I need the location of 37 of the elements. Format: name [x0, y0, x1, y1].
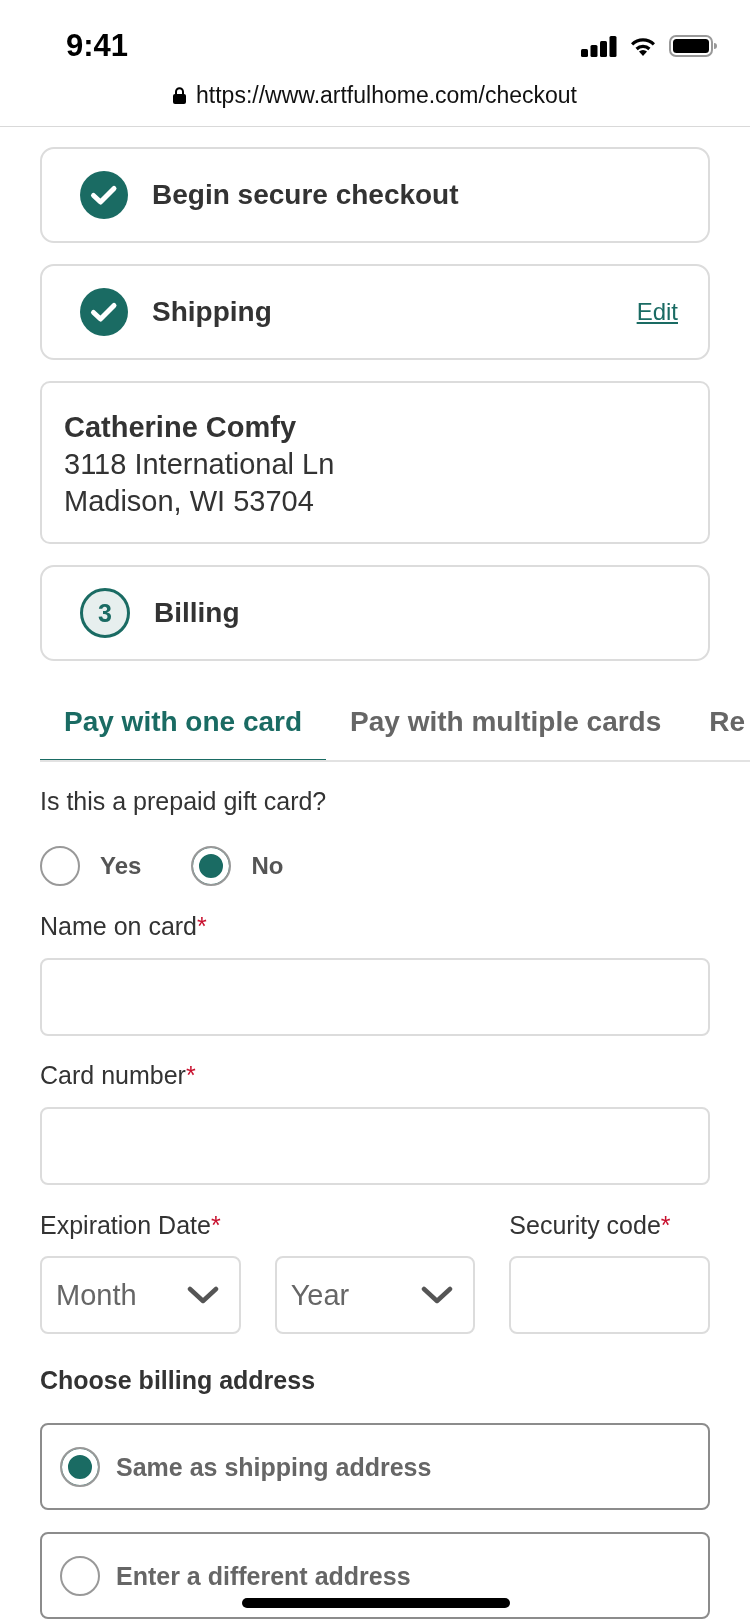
- radio-label: No: [251, 851, 284, 881]
- chevron-down-icon: [421, 1285, 454, 1305]
- radio-button[interactable]: [191, 846, 232, 886]
- step-title: Billing: [154, 596, 241, 630]
- field-label: Security code*: [509, 1210, 672, 1240]
- recipient-name: Catherine Comfy: [64, 410, 298, 445]
- lock-icon: [173, 86, 187, 104]
- security-code-input[interactable]: [509, 1256, 710, 1334]
- step-title: Begin secure checkout: [152, 178, 460, 212]
- payment-tab[interactable]: Pay with one card: [40, 683, 327, 760]
- gift-card-question: Is this a prepaid gift card?: [40, 786, 328, 816]
- address-line: Madison, WI 53704: [64, 484, 315, 519]
- payment-tab[interactable]: Re: [685, 683, 750, 760]
- field-label: Expiration Date*: [40, 1210, 222, 1240]
- payment-tab[interactable]: Pay with multiple cards: [326, 683, 686, 760]
- signal-icon: [581, 35, 617, 57]
- step-title: Shipping: [152, 295, 273, 329]
- address-option[interactable]: Same as shipping address: [40, 1423, 710, 1510]
- radio-button[interactable]: [40, 846, 80, 886]
- address-line: 3118 International Ln: [64, 447, 336, 482]
- status-time: 9:41: [66, 28, 129, 64]
- field-label: Name on card*: [40, 911, 208, 941]
- year-select[interactable]: Year: [274, 1256, 476, 1334]
- wifi-icon: [630, 36, 656, 56]
- url-text[interactable]: https://www.artfulhome.com/checkout: [196, 81, 577, 109]
- edit-link[interactable]: Edit: [636, 297, 678, 327]
- battery-icon: [669, 35, 717, 57]
- step-number: 3: [80, 588, 130, 638]
- radio-button[interactable]: [60, 1446, 100, 1487]
- radio-button[interactable]: [60, 1555, 100, 1596]
- name-on-card-input[interactable]: [40, 958, 710, 1036]
- month-select[interactable]: Month: [40, 1256, 241, 1334]
- section-title: Choose billing address: [40, 1365, 317, 1396]
- field-label: Card number*: [40, 1060, 197, 1090]
- radio-label: Yes: [100, 851, 142, 881]
- card-number-input[interactable]: [40, 1107, 710, 1185]
- chevron-down-icon: [186, 1285, 219, 1305]
